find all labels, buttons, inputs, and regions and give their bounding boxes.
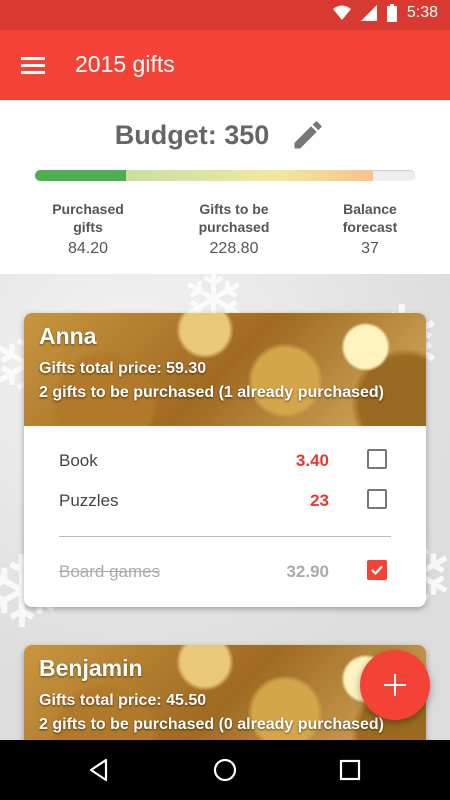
back-button[interactable]	[86, 756, 114, 784]
menu-button[interactable]	[18, 50, 48, 80]
budget-progress-bar	[35, 170, 415, 181]
person-card-anna[interactable]: Anna Gifts total price: 59.30 2 gifts to…	[24, 313, 426, 607]
status-icons: 5:38	[332, 4, 438, 22]
gift-purchased-checkbox[interactable]	[367, 489, 387, 509]
status-time: 5:38	[406, 4, 438, 21]
card-header: Anna Gifts total price: 59.30 2 gifts to…	[24, 313, 426, 426]
app-title: 2015 gifts	[75, 51, 175, 77]
gift-purchased-checkbox[interactable]	[367, 449, 387, 469]
back-triangle-icon	[89, 758, 108, 782]
gift-price: 3.40	[295, 451, 329, 470]
home-circle-icon	[213, 758, 237, 782]
check-icon	[371, 565, 383, 576]
gift-purchased-checkbox[interactable]	[367, 560, 387, 580]
gift-price: 23	[310, 491, 329, 510]
wifi-icon	[332, 5, 351, 20]
gift-row-purchased[interactable]: Board games 32.90	[59, 557, 389, 587]
gift-row[interactable]: Book 3.40	[59, 446, 389, 476]
home-button[interactable]	[211, 756, 239, 784]
stat-label-line1: Balance	[343, 201, 397, 217]
recents-button[interactable]	[336, 756, 364, 784]
stat-label: Gifts to be purchased	[164, 200, 304, 236]
stat-label: Purchased gifts	[18, 200, 158, 236]
pencil-icon	[294, 121, 322, 149]
app-bar: 2015 gifts	[0, 30, 450, 100]
gifts-total-price: Gifts total price: 45.50	[39, 692, 207, 709]
gift-name: Puzzles	[59, 491, 119, 510]
budget-title: Budget: 350	[0, 120, 450, 151]
person-name: Benjamin	[39, 655, 143, 681]
to-be-purchased-progress	[126, 170, 374, 181]
gift-price: 32.90	[286, 562, 329, 581]
gifts-summary: 2 gifts to be purchased (1 already purch…	[39, 384, 384, 401]
budget-title-text: Budget: 350	[114, 120, 270, 150]
status-bar: 5:38	[0, 0, 450, 30]
menu-icon	[21, 57, 45, 74]
signal-icon	[360, 5, 377, 21]
stat-value: 84.20	[67, 240, 109, 257]
recents-square-icon	[339, 759, 361, 781]
battery-icon	[386, 4, 397, 22]
stat-label-line2: forecast	[342, 219, 398, 235]
navigation-bar	[0, 740, 450, 800]
gift-row[interactable]: Puzzles 23	[59, 486, 389, 516]
gifts-total-price: Gifts total price: 59.30	[39, 360, 207, 377]
plus-icon	[384, 674, 406, 696]
stat-purchased: Purchased gifts 84.20	[18, 200, 158, 258]
stat-label-line2: gifts	[73, 219, 103, 235]
stat-balance-forecast: Balance forecast 37	[300, 200, 440, 258]
stat-to-be-purchased: Gifts to be purchased 228.80	[164, 200, 304, 258]
person-name: Anna	[39, 323, 97, 349]
divider	[59, 536, 391, 537]
stat-label-line1: Purchased	[52, 201, 124, 217]
gift-name: Book	[59, 451, 98, 470]
gift-name: Board games	[59, 562, 161, 581]
stat-label-line1: Gifts to be	[199, 201, 269, 217]
stat-value: 37	[361, 240, 379, 257]
add-person-button[interactable]	[360, 650, 430, 720]
gifts-summary: 2 gifts to be purchased (0 already purch…	[39, 716, 384, 733]
edit-budget-button[interactable]	[290, 117, 326, 153]
budget-panel: Budget: 350 Purchased gifts 84.20 Gifts …	[0, 100, 450, 274]
stat-label-line2: purchased	[198, 219, 270, 235]
purchased-progress	[35, 170, 127, 181]
stat-value: 228.80	[209, 240, 259, 257]
stat-label: Balance forecast	[300, 200, 440, 236]
